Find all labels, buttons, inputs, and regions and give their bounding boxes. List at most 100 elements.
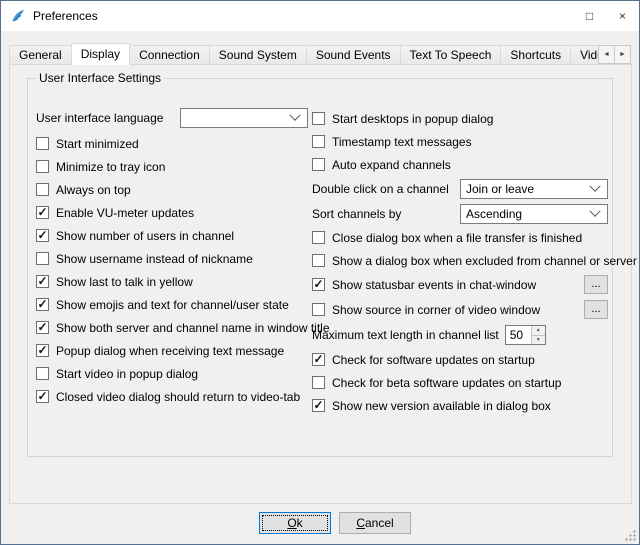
window-controls: □ × bbox=[573, 1, 639, 31]
check-icon: ✓ bbox=[37, 275, 47, 287]
tab-sound-events[interactable]: Sound Events bbox=[306, 45, 401, 65]
checkbox-box: ✓ bbox=[312, 353, 325, 366]
checkbox-enable-vu-meter[interactable]: ✓ Enable VU-meter updates bbox=[36, 201, 308, 224]
spin-down-icon[interactable]: ▼ bbox=[532, 335, 545, 345]
checkbox-statusbar-events[interactable]: ✓ Show statusbar events in chat-window bbox=[312, 278, 536, 292]
checkbox-box bbox=[36, 183, 49, 196]
language-combobox[interactable] bbox=[180, 108, 308, 128]
checkbox-box bbox=[36, 252, 49, 265]
language-label: User interface language bbox=[36, 111, 163, 125]
chevron-down-icon bbox=[289, 110, 300, 121]
checkbox-start-minimized[interactable]: Start minimized bbox=[36, 132, 308, 155]
checkbox-box: ✓ bbox=[36, 298, 49, 311]
checkbox-check-beta-updates[interactable]: Check for beta software updates on start… bbox=[312, 371, 608, 394]
check-icon: ✓ bbox=[37, 298, 47, 310]
checkbox-box bbox=[312, 158, 325, 171]
dialog-buttons: Ok Cancel bbox=[1, 512, 639, 534]
checkbox-server-channel-in-title[interactable]: ✓ Show both server and channel name in w… bbox=[36, 316, 308, 339]
chevron-down-icon bbox=[589, 205, 600, 216]
double-click-combobox[interactable]: Join or leave bbox=[460, 179, 608, 199]
checkbox-close-on-file-transfer[interactable]: Close dialog box when a file transfer is… bbox=[312, 226, 608, 249]
checkbox-show-user-count[interactable]: ✓ Show number of users in channel bbox=[36, 224, 308, 247]
checkbox-box bbox=[312, 376, 325, 389]
tab-connection[interactable]: Connection bbox=[129, 45, 210, 65]
checkbox-show-emojis[interactable]: ✓ Show emojis and text for channel/user … bbox=[36, 293, 308, 316]
video-source-more-button[interactable]: ... bbox=[584, 300, 608, 319]
checkbox-box bbox=[312, 231, 325, 244]
tab-sound-system[interactable]: Sound System bbox=[209, 45, 307, 65]
checkbox-last-to-talk-yellow[interactable]: ✓ Show last to talk in yellow bbox=[36, 270, 308, 293]
tab-scroll-left-icon[interactable]: ◄ bbox=[598, 45, 615, 64]
checkbox-check-updates[interactable]: ✓ Check for software updates on startup bbox=[312, 348, 608, 371]
ok-button[interactable]: Ok bbox=[259, 512, 331, 534]
spin-buttons: ▲ ▼ bbox=[531, 326, 545, 344]
checkbox-box: ✓ bbox=[36, 344, 49, 357]
tab-bar: General Display Connection Sound System … bbox=[9, 43, 631, 65]
checkbox-timestamp-messages[interactable]: Timestamp text messages bbox=[312, 130, 608, 153]
checkbox-box bbox=[312, 303, 325, 316]
checkbox-box bbox=[36, 160, 49, 173]
maximize-button[interactable]: □ bbox=[573, 1, 606, 31]
app-logo-icon bbox=[10, 8, 26, 24]
checkbox-show-username[interactable]: Show username instead of nickname bbox=[36, 247, 308, 270]
checkbox-box: ✓ bbox=[36, 229, 49, 242]
checkbox-box: ✓ bbox=[36, 321, 49, 334]
max-text-length-row: Maximum text length in channel list 50 ▲… bbox=[312, 322, 608, 348]
checkbox-auto-expand-channels[interactable]: Auto expand channels bbox=[312, 153, 608, 176]
preferences-window: Preferences □ × General Display Connecti… bbox=[0, 0, 640, 545]
checkbox-box bbox=[36, 137, 49, 150]
sort-channels-combobox[interactable]: Ascending bbox=[460, 204, 608, 224]
cancel-button[interactable]: Cancel bbox=[339, 512, 411, 534]
checkbox-start-desktops-popup[interactable]: Start desktops in popup dialog bbox=[312, 107, 608, 130]
checkbox-dialog-when-excluded[interactable]: Show a dialog box when excluded from cha… bbox=[312, 249, 608, 272]
language-row: User interface language bbox=[36, 107, 308, 129]
double-click-row: Double click on a channel Join or leave bbox=[312, 176, 608, 201]
video-source-row: Show source in corner of video window ..… bbox=[312, 297, 608, 322]
double-click-label: Double click on a channel bbox=[312, 182, 449, 196]
tab-display[interactable]: Display bbox=[71, 43, 130, 65]
spin-up-icon[interactable]: ▲ bbox=[532, 326, 545, 335]
checkbox-box: ✓ bbox=[312, 278, 325, 291]
tab-text-to-speech[interactable]: Text To Speech bbox=[400, 45, 502, 65]
max-text-length-label: Maximum text length in channel list bbox=[312, 328, 499, 342]
checkbox-video-source-corner[interactable]: Show source in corner of video window bbox=[312, 303, 540, 317]
checkbox-start-video-popup[interactable]: Start video in popup dialog bbox=[36, 362, 308, 385]
checkbox-box: ✓ bbox=[36, 275, 49, 288]
right-column: Start desktops in popup dialog Timestamp… bbox=[312, 107, 608, 417]
check-icon: ✓ bbox=[313, 399, 323, 411]
check-icon: ✓ bbox=[37, 344, 47, 356]
tab-page-display: User Interface Settings User interface l… bbox=[9, 64, 632, 504]
left-column: User interface language Start minimized … bbox=[36, 107, 308, 408]
checkbox-minimize-to-tray[interactable]: Minimize to tray icon bbox=[36, 155, 308, 178]
user-interface-settings-group: User Interface Settings User interface l… bbox=[27, 71, 613, 457]
sort-channels-row: Sort channels by Ascending bbox=[312, 201, 608, 226]
checkbox-new-version-dialog[interactable]: ✓ Show new version available in dialog b… bbox=[312, 394, 608, 417]
group-legend: User Interface Settings bbox=[36, 71, 164, 85]
check-icon: ✓ bbox=[37, 206, 47, 218]
checkbox-box: ✓ bbox=[36, 390, 49, 403]
check-icon: ✓ bbox=[37, 229, 47, 241]
tab-scroll-right-icon[interactable]: ► bbox=[614, 45, 631, 64]
checkbox-box bbox=[312, 112, 325, 125]
checkbox-closed-video-return[interactable]: ✓ Closed video dialog should return to v… bbox=[36, 385, 308, 408]
chevron-down-icon bbox=[589, 180, 600, 191]
check-icon: ✓ bbox=[313, 353, 323, 365]
statusbar-events-more-button[interactable]: ... bbox=[584, 275, 608, 294]
checkbox-box: ✓ bbox=[36, 206, 49, 219]
tab-general[interactable]: General bbox=[9, 45, 72, 65]
max-text-length-spinbox[interactable]: 50 ▲ ▼ bbox=[505, 325, 546, 345]
close-button[interactable]: × bbox=[606, 1, 639, 31]
checkbox-box bbox=[312, 254, 325, 267]
check-icon: ✓ bbox=[37, 321, 47, 333]
tab-shortcuts[interactable]: Shortcuts bbox=[500, 45, 571, 65]
checkbox-always-on-top[interactable]: Always on top bbox=[36, 178, 308, 201]
resize-grip[interactable] bbox=[624, 529, 637, 542]
titlebar: Preferences □ × bbox=[1, 1, 639, 31]
window-title: Preferences bbox=[33, 9, 98, 23]
checkbox-popup-on-text-message[interactable]: ✓ Popup dialog when receiving text messa… bbox=[36, 339, 308, 362]
check-icon: ✓ bbox=[313, 278, 323, 290]
checkbox-box bbox=[312, 135, 325, 148]
checkbox-box: ✓ bbox=[312, 399, 325, 412]
check-icon: ✓ bbox=[37, 390, 47, 402]
checkbox-box bbox=[36, 367, 49, 380]
